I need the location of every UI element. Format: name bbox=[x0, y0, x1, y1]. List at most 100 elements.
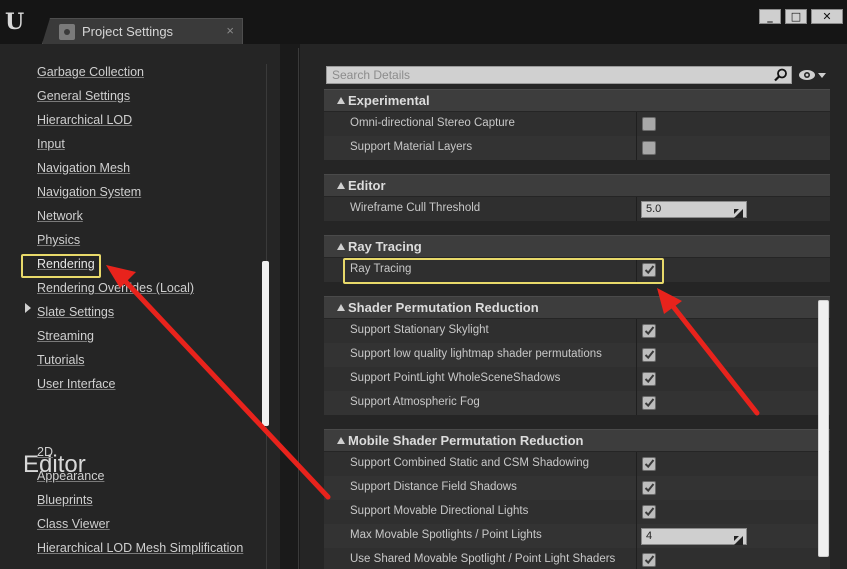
nav-item-physics[interactable]: Physics bbox=[37, 233, 80, 247]
property-label: Support Stationary Skylight bbox=[350, 324, 489, 336]
collapse-arrow-icon[interactable] bbox=[337, 437, 345, 444]
property-label: Use Shared Movable Spotlight / Point Lig… bbox=[350, 553, 616, 565]
property-checkbox[interactable] bbox=[642, 505, 656, 519]
column-splitter[interactable] bbox=[636, 500, 637, 524]
property-checkbox[interactable] bbox=[642, 481, 656, 495]
collapse-arrow-icon[interactable] bbox=[337, 182, 345, 189]
nav-item-user-interface[interactable]: User Interface bbox=[37, 377, 116, 391]
property-row: Wireframe Cull Threshold 5.0 bbox=[324, 197, 830, 221]
nav-item-hierarchical-lod-mesh-simplification[interactable]: Hierarchical LOD Mesh Simplification bbox=[37, 541, 243, 555]
drag-handle-icon[interactable] bbox=[734, 532, 743, 545]
check-icon bbox=[644, 507, 655, 517]
column-splitter[interactable] bbox=[636, 391, 637, 415]
check-icon bbox=[644, 326, 655, 336]
nav-item-input[interactable]: Input bbox=[37, 137, 65, 151]
eye-icon[interactable] bbox=[798, 68, 828, 82]
nav-item-network[interactable]: Network bbox=[37, 209, 83, 223]
number-input[interactable]: 5.0 bbox=[641, 201, 747, 218]
nav-item-navigation-mesh[interactable]: Navigation Mesh bbox=[37, 161, 130, 175]
property-label: Support Atmospheric Fog bbox=[350, 396, 480, 408]
category-editor[interactable]: Editor bbox=[324, 174, 830, 196]
property-row: Max Movable Spotlights / Point Lights 4 bbox=[324, 524, 830, 548]
property-checkbox[interactable] bbox=[642, 553, 656, 567]
number-value: 4 bbox=[646, 530, 653, 542]
property-row: Support Movable Directional Lights bbox=[324, 500, 830, 524]
tab-project-settings[interactable]: Project Settings × bbox=[42, 18, 243, 44]
property-row: Support low quality lightmap shader perm… bbox=[324, 343, 830, 367]
drag-handle-icon[interactable] bbox=[734, 205, 743, 218]
category-label: Editor bbox=[348, 178, 386, 193]
category-label: Ray Tracing bbox=[348, 239, 422, 254]
property-label: Support Movable Directional Lights bbox=[350, 505, 529, 517]
check-icon bbox=[644, 398, 655, 408]
nav-item-slate-settings[interactable]: Slate Settings bbox=[37, 305, 114, 319]
property-row: Support Stationary Skylight bbox=[324, 319, 830, 343]
column-splitter[interactable] bbox=[636, 197, 637, 221]
property-label: Support Distance Field Shadows bbox=[350, 481, 517, 493]
property-row: Support PointLight WholeSceneShadows bbox=[324, 367, 830, 391]
selected-arrow-icon bbox=[25, 303, 31, 313]
column-splitter[interactable] bbox=[636, 367, 637, 391]
close-button[interactable]: ✕ bbox=[811, 9, 843, 24]
nav-item-general-settings[interactable]: General Settings bbox=[37, 89, 130, 103]
details-panel: Search Details Experimental Omni-directio… bbox=[300, 44, 847, 569]
property-checkbox[interactable] bbox=[642, 117, 656, 131]
column-splitter[interactable] bbox=[636, 112, 637, 136]
check-icon bbox=[644, 374, 655, 384]
nav-item-hierarchical-lod[interactable]: Hierarchical LOD bbox=[37, 113, 132, 127]
details-scrollbar[interactable] bbox=[818, 300, 829, 557]
rendering-highlight-box bbox=[21, 254, 101, 278]
property-row: Support Material Layers bbox=[324, 136, 830, 160]
number-value: 5.0 bbox=[646, 203, 662, 215]
category-label: Experimental bbox=[348, 93, 430, 108]
category-ray-tracing[interactable]: Ray Tracing bbox=[324, 235, 830, 257]
nav-item-class-viewer[interactable]: Class Viewer bbox=[37, 517, 110, 531]
property-checkbox[interactable] bbox=[642, 457, 656, 471]
property-label: Support Combined Static and CSM Shadowin… bbox=[350, 457, 590, 469]
nav-item-2d[interactable]: 2D bbox=[37, 445, 53, 459]
nav-scrollbar[interactable] bbox=[262, 261, 269, 426]
panel-gap bbox=[280, 44, 300, 569]
nav-item-rendering-overrides-local[interactable]: Rendering Overrides (Local) bbox=[37, 281, 194, 295]
column-splitter[interactable] bbox=[636, 136, 637, 160]
category-mobile-shader-permutation-reduction[interactable]: Mobile Shader Permutation Reduction bbox=[324, 429, 830, 451]
maximize-button[interactable]: □ bbox=[785, 9, 807, 24]
nav-item-tutorials[interactable]: Tutorials bbox=[37, 353, 84, 367]
property-checkbox[interactable] bbox=[642, 348, 656, 362]
category-label: Mobile Shader Permutation Reduction bbox=[348, 433, 584, 448]
search-icon[interactable] bbox=[774, 68, 788, 82]
collapse-arrow-icon[interactable] bbox=[337, 304, 345, 311]
number-input[interactable]: 4 bbox=[641, 528, 747, 545]
nav-item-navigation-system[interactable]: Navigation System bbox=[37, 185, 141, 199]
nav-item-streaming[interactable]: Streaming bbox=[37, 329, 94, 343]
column-splitter[interactable] bbox=[636, 548, 637, 569]
search-input[interactable]: Search Details bbox=[326, 66, 792, 84]
property-checkbox[interactable] bbox=[642, 324, 656, 338]
nav-item-blueprints[interactable]: Blueprints bbox=[37, 493, 93, 507]
settings-icon bbox=[59, 24, 75, 40]
column-splitter[interactable] bbox=[636, 524, 637, 548]
check-icon bbox=[644, 483, 655, 493]
property-row: Use Shared Movable Spotlight / Point Lig… bbox=[324, 548, 830, 569]
property-label: Support low quality lightmap shader perm… bbox=[350, 348, 602, 360]
column-splitter[interactable] bbox=[636, 452, 637, 476]
tab-close-icon[interactable]: × bbox=[226, 23, 234, 38]
tab-label: Project Settings bbox=[82, 24, 174, 39]
property-checkbox[interactable] bbox=[642, 372, 656, 386]
category-shader-permutation-reduction[interactable]: Shader Permutation Reduction bbox=[324, 296, 830, 318]
nav-item-garbage-collection[interactable]: Garbage Collection bbox=[37, 65, 144, 79]
property-checkbox[interactable] bbox=[642, 396, 656, 410]
column-splitter[interactable] bbox=[636, 319, 637, 343]
unreal-logo-icon: U bbox=[5, 9, 25, 35]
nav-item-appearance[interactable]: Appearance bbox=[37, 469, 104, 483]
property-checkbox[interactable] bbox=[642, 141, 656, 155]
panel-separator[interactable] bbox=[298, 48, 299, 569]
column-splitter[interactable] bbox=[636, 476, 637, 500]
category-experimental[interactable]: Experimental bbox=[324, 89, 830, 111]
property-label: Wireframe Cull Threshold bbox=[350, 202, 481, 214]
column-splitter[interactable] bbox=[636, 343, 637, 367]
property-row: Support Distance Field Shadows bbox=[324, 476, 830, 500]
minimize-button[interactable]: _ bbox=[759, 9, 781, 24]
collapse-arrow-icon[interactable] bbox=[337, 97, 345, 104]
collapse-arrow-icon[interactable] bbox=[337, 243, 345, 250]
